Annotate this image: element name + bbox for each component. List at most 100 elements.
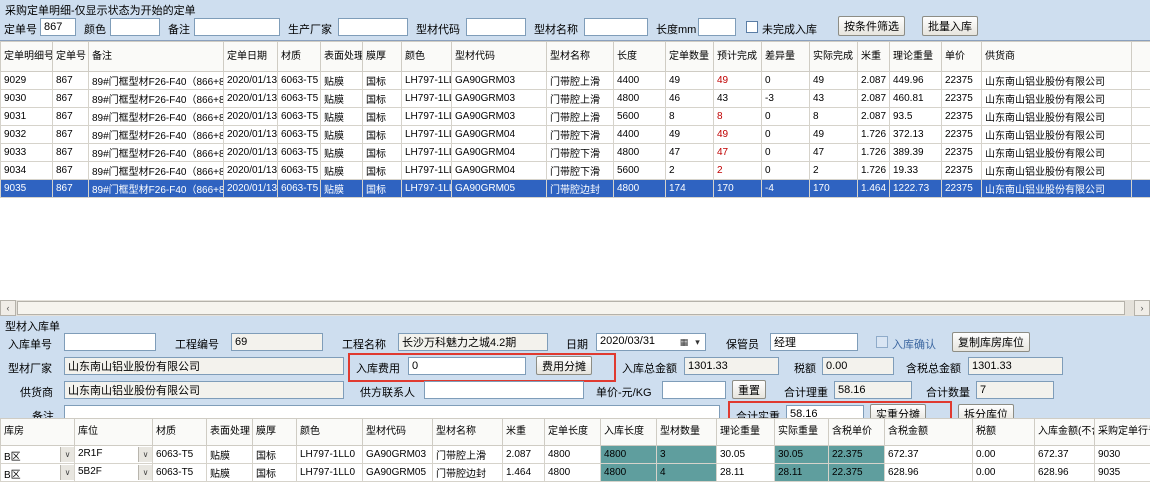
cell[interactable]: 22375 <box>942 72 982 90</box>
manufacturer-input[interactable] <box>64 357 344 375</box>
cell[interactable]: 170 <box>810 180 858 198</box>
cell[interactable]: LH797-1LL0 <box>402 90 452 108</box>
cell[interactable]: 山东南山铝业股份有限公司 <box>982 180 1132 198</box>
cell[interactable]: 49 <box>666 72 714 90</box>
cell[interactable]: 672.37 <box>885 446 973 464</box>
total-qty-input[interactable] <box>976 381 1054 399</box>
cell[interactable]: 国标 <box>363 144 402 162</box>
dropdown-arrow-icon[interactable]: ∨ <box>60 447 74 462</box>
cell[interactable]: 山东南山铝业股份有限公司 <box>982 90 1132 108</box>
cell[interactable]: 9032 <box>1 126 53 144</box>
cell[interactable]: 0.00 <box>973 446 1035 464</box>
length-input[interactable] <box>698 18 736 36</box>
cell[interactable]: -4 <box>762 180 810 198</box>
cell[interactable]: 贴膜 <box>321 144 363 162</box>
cell[interactable]: 89#门框型材F26-F40（866+867） <box>89 144 224 162</box>
cell[interactable]: LH797-1LL0 <box>402 108 452 126</box>
project-name-input[interactable] <box>398 333 548 351</box>
table-row[interactable]: B区∨2R1F∨6063-T5贴膜国标LH797-1LL0GA90GRM03门带… <box>1 446 1150 464</box>
cell[interactable]: 89#门框型材F26-F40（866+867） <box>89 72 224 90</box>
cell[interactable]: 6063-T5 <box>278 90 321 108</box>
cell[interactable]: 460.81 <box>890 90 942 108</box>
factory-input[interactable] <box>338 18 408 36</box>
cell[interactable]: 9034 <box>1 162 53 180</box>
fee-share-button[interactable]: 费用分摊 <box>536 356 592 375</box>
cell[interactable]: 4800 <box>614 144 666 162</box>
cell[interactable]: 0 <box>762 144 810 162</box>
table-row[interactable]: 903386789#门框型材F26-F40（866+867）2020/01/13… <box>1 144 1150 162</box>
cell[interactable]: 43 <box>810 90 858 108</box>
cell[interactable]: 89#门框型材F26-F40（866+867） <box>89 162 224 180</box>
cell[interactable]: 9030 <box>1 90 53 108</box>
cell[interactable]: 30.05 <box>775 446 829 464</box>
cell[interactable]: 1.726 <box>858 144 890 162</box>
cell[interactable]: 贴膜 <box>321 162 363 180</box>
profile-name-input[interactable] <box>584 18 648 36</box>
cell[interactable]: 4 <box>657 464 717 482</box>
cell[interactable]: 贴膜 <box>321 180 363 198</box>
cell[interactable]: 国标 <box>363 90 402 108</box>
cell[interactable]: 49 <box>810 72 858 90</box>
cell[interactable]: 19.33 <box>890 162 942 180</box>
dropdown-arrow-icon[interactable]: ∨ <box>138 447 152 462</box>
reset-button[interactable]: 重置 <box>732 380 766 399</box>
date-input[interactable]: 2020/03/31 ▦ ▾ <box>596 333 706 351</box>
cell[interactable]: 1.726 <box>858 126 890 144</box>
cell[interactable]: GA90GRM04 <box>452 144 547 162</box>
cell[interactable]: 4800 <box>601 446 657 464</box>
cell[interactable]: 山东南山铝业股份有限公司 <box>982 72 1132 90</box>
cell[interactable]: 2R1F∨ <box>75 446 153 464</box>
cell[interactable]: 贴膜 <box>321 126 363 144</box>
cell[interactable]: 6063-T5 <box>278 144 321 162</box>
cell[interactable]: 9035 <box>1 180 53 198</box>
cell[interactable] <box>1132 90 1150 108</box>
total-theory-weight-input[interactable] <box>834 381 912 399</box>
supplier-contact-input[interactable] <box>424 381 584 399</box>
table-row[interactable]: 903586789#门框型材F26-F40（866+867）2020/01/13… <box>1 180 1150 198</box>
cell[interactable]: 867 <box>53 162 89 180</box>
cell[interactable]: 贴膜 <box>207 464 253 482</box>
cell[interactable]: 6063-T5 <box>278 72 321 90</box>
cell[interactable]: 43 <box>714 90 762 108</box>
cell[interactable]: 46 <box>666 90 714 108</box>
cell[interactable]: 2.087 <box>503 446 545 464</box>
cell[interactable]: 4400 <box>614 72 666 90</box>
cell[interactable]: 22375 <box>942 144 982 162</box>
inbound-no-input[interactable] <box>64 333 156 351</box>
cell[interactable]: 9033 <box>1 144 53 162</box>
cell[interactable]: 89#门框型材F26-F40（866+867） <box>89 126 224 144</box>
cell[interactable]: 门带腔下滑 <box>547 162 614 180</box>
cell[interactable]: 0 <box>762 162 810 180</box>
cell[interactable]: 22375 <box>942 108 982 126</box>
supplier-input[interactable] <box>64 381 344 399</box>
calendar-icon[interactable]: ▦ <box>677 334 691 350</box>
cell[interactable]: 1.464 <box>503 464 545 482</box>
cell[interactable]: 6063-T5 <box>278 180 321 198</box>
cell[interactable]: 89#门框型材F26-F40（866+867） <box>89 108 224 126</box>
cell[interactable]: 47 <box>810 144 858 162</box>
cell[interactable]: 贴膜 <box>207 446 253 464</box>
dropdown-arrow-icon[interactable]: ∨ <box>138 465 152 480</box>
cell[interactable]: GA90GRM05 <box>363 464 433 482</box>
color-input[interactable] <box>110 18 160 36</box>
cell[interactable]: 6063-T5 <box>153 464 207 482</box>
cell[interactable]: 2020/01/13 <box>224 144 278 162</box>
cell[interactable]: 门带腔上滑 <box>433 446 503 464</box>
cell[interactable]: 国标 <box>363 72 402 90</box>
cell[interactable] <box>1132 162 1150 180</box>
scrollbar-thumb[interactable] <box>17 301 1125 315</box>
cell[interactable]: GA90GRM04 <box>452 162 547 180</box>
cell[interactable]: 国标 <box>363 126 402 144</box>
cell[interactable]: 628.96 <box>885 464 973 482</box>
cell[interactable]: 1222.73 <box>890 180 942 198</box>
cell[interactable]: 2020/01/13 <box>224 108 278 126</box>
unit-price-input[interactable] <box>662 381 726 399</box>
inbound-fee-input[interactable] <box>408 357 526 375</box>
cell[interactable]: 389.39 <box>890 144 942 162</box>
cell[interactable]: GA90GRM03 <box>452 72 547 90</box>
cell[interactable]: 867 <box>53 108 89 126</box>
cell[interactable]: 30.05 <box>717 446 775 464</box>
cell[interactable]: 867 <box>53 144 89 162</box>
cell[interactable]: 国标 <box>363 180 402 198</box>
cell[interactable]: 0 <box>762 126 810 144</box>
